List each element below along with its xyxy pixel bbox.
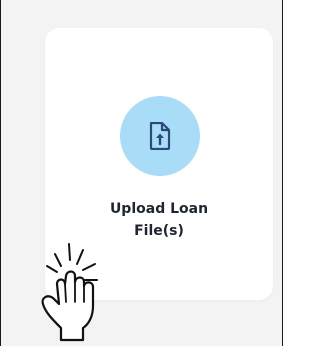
file-upload-icon	[149, 122, 171, 150]
hand-click-icon	[41, 243, 98, 342]
upload-icon-circle	[120, 96, 200, 176]
page-frame: Upload Loan File(s)	[0, 0, 283, 346]
upload-label-line1: Upload Loan	[109, 201, 209, 217]
